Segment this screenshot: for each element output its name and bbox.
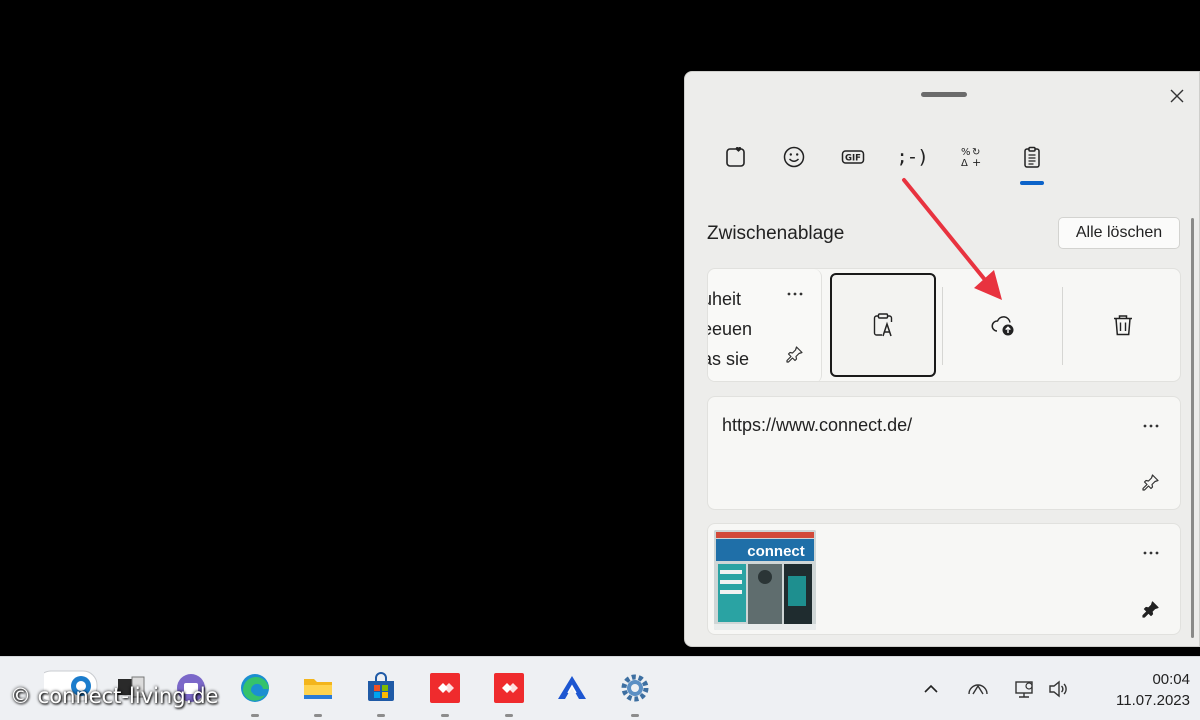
- watermark: © connect-living.de: [10, 684, 219, 708]
- scrollbar[interactable]: [1191, 218, 1194, 638]
- heart-square-icon: [726, 146, 745, 167]
- clipboard-tab[interactable]: [1015, 140, 1049, 174]
- vpn-tray-icon: [968, 684, 988, 695]
- clipboard-panel: GIF ;-) % ↻ Δ + Zwischenablage Alle lösc…: [684, 71, 1200, 647]
- drag-handle[interactable]: [921, 92, 967, 97]
- nordvpn-icon: [558, 676, 586, 699]
- folder-icon: [304, 679, 332, 699]
- anydesk-icon: [494, 673, 524, 703]
- close-button[interactable]: [1163, 82, 1191, 110]
- network-button[interactable]: [1010, 675, 1038, 703]
- network-icon: [1015, 681, 1033, 698]
- thumbnail-title: connect: [747, 543, 805, 560]
- clock[interactable]: 00:04 11.07.2023: [1082, 669, 1190, 711]
- smiley-icon: [783, 146, 805, 168]
- annotation-arrow-icon: [902, 178, 1002, 300]
- preview-line: eeuen: [707, 319, 753, 339]
- gif-label: GIF: [845, 153, 861, 163]
- speaker-icon: [1049, 680, 1067, 698]
- svg-text:+: +: [972, 156, 981, 169]
- show-hidden-icons-button[interactable]: [917, 675, 945, 703]
- pin-button[interactable]: [784, 343, 806, 365]
- emoji-tab[interactable]: [777, 140, 811, 174]
- svg-text:Δ: Δ: [961, 158, 968, 169]
- svg-text:%: %: [961, 147, 971, 158]
- chevron-up-icon: [924, 684, 938, 693]
- taskbar-app-vpn[interactable]: [551, 667, 593, 709]
- active-tab-indicator: [1020, 181, 1044, 185]
- symbols-icon: % ↻ Δ +: [961, 147, 981, 169]
- running-indicator: [377, 714, 385, 717]
- more-icon: [1143, 551, 1159, 555]
- clock-time: 00:04: [1152, 671, 1190, 688]
- clipboard-item-image[interactable]: connect: [707, 523, 1181, 635]
- edge-icon: [241, 674, 269, 702]
- more-options-button[interactable]: [1140, 546, 1162, 560]
- pin-button[interactable]: [1140, 471, 1162, 493]
- vpn-tray-button[interactable]: [964, 675, 992, 703]
- store-icon: [368, 672, 394, 701]
- anydesk-icon: [430, 673, 460, 703]
- symbols-tab[interactable]: % ↻ Δ +: [954, 140, 988, 174]
- taskbar-app-edge[interactable]: [234, 667, 276, 709]
- running-indicator: [441, 714, 449, 717]
- taskbar-app-explorer[interactable]: [297, 667, 339, 709]
- pin-filled-icon: [1142, 601, 1159, 618]
- running-indicator: [251, 714, 259, 717]
- clipboard-text-icon: [873, 313, 893, 337]
- running-indicator: [505, 714, 513, 717]
- taskbar-app-store[interactable]: [360, 667, 402, 709]
- cloud-upload-icon: [991, 316, 1014, 336]
- more-icon: [787, 292, 803, 296]
- preview-line: uheit: [708, 289, 742, 309]
- running-indicator: [631, 714, 639, 717]
- gif-icon: GIF: [841, 150, 865, 164]
- action-divider: [1062, 287, 1063, 365]
- more-icon: [1143, 424, 1159, 428]
- taskbar-app-anydesk-2[interactable]: [488, 667, 530, 709]
- favorites-tab[interactable]: [719, 140, 753, 174]
- taskbar-app-anydesk-1[interactable]: [424, 667, 466, 709]
- gif-tab[interactable]: GIF: [836, 140, 870, 174]
- close-icon: [1170, 89, 1184, 103]
- delete-button[interactable]: [1070, 273, 1176, 377]
- image-thumbnail: connect: [714, 530, 816, 630]
- preview-line: as sie: [708, 349, 750, 369]
- running-indicator: [314, 714, 322, 717]
- unpin-button[interactable]: [1140, 598, 1162, 620]
- gear-icon: [621, 674, 649, 702]
- trash-icon: [1114, 315, 1132, 336]
- more-options-button[interactable]: [1140, 419, 1162, 433]
- clipboard-item-url[interactable]: https://www.connect.de/: [707, 396, 1181, 510]
- section-title: Zwischenablage: [707, 223, 845, 244]
- volume-button[interactable]: [1044, 675, 1072, 703]
- clipboard-icon: [1024, 146, 1040, 168]
- taskbar-app-settings[interactable]: [614, 667, 656, 709]
- clipboard-item-text: https://www.connect.de/: [722, 415, 913, 435]
- kaomoji-label: ;-): [896, 146, 928, 168]
- pin-outline-icon: [1142, 474, 1159, 491]
- magazine-cover-image: connect: [714, 530, 816, 630]
- clock-date: 11.07.2023: [1116, 692, 1190, 709]
- kaomoji-tab[interactable]: ;-): [895, 140, 929, 174]
- more-options-button[interactable]: [784, 287, 806, 301]
- clipboard-item-preview[interactable]: uheit eeuen as sie: [707, 269, 822, 381]
- pin-outline-icon: [786, 346, 803, 363]
- clear-all-button[interactable]: Alle löschen: [1058, 217, 1180, 249]
